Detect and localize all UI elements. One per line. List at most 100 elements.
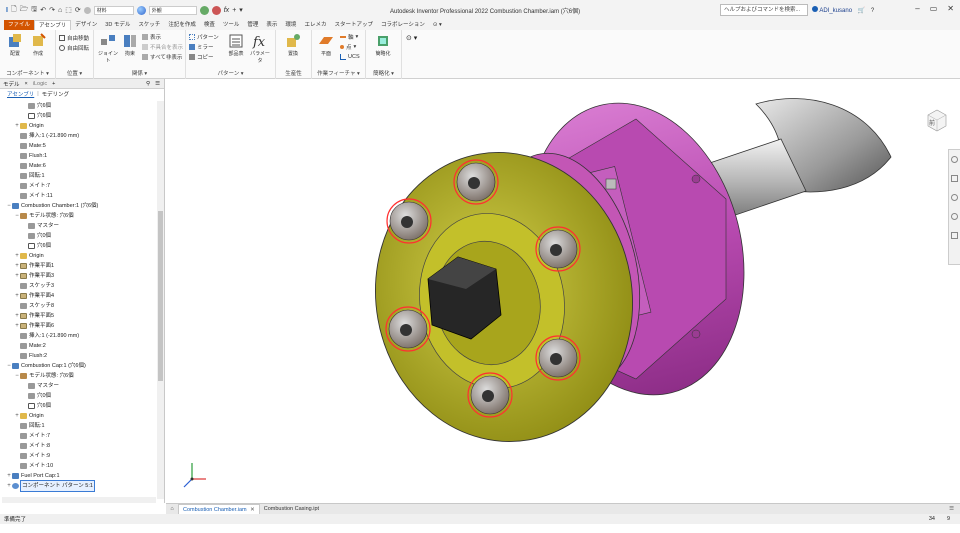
tab-tools[interactable]: ツール <box>219 20 244 30</box>
browser-node[interactable]: スケッチ3 <box>0 281 158 291</box>
adjust-appearance-icon[interactable] <box>199 5 209 15</box>
zoom-icon[interactable] <box>951 194 958 201</box>
bolt-2[interactable] <box>386 198 432 244</box>
orbit-icon[interactable] <box>951 213 958 220</box>
tab-sketch[interactable]: スケッチ <box>134 20 164 30</box>
browser-node[interactable]: 穴6個 <box>0 401 158 411</box>
browser-node[interactable]: Flush:2 <box>0 351 158 361</box>
menu-icon[interactable]: ☰ <box>155 81 160 87</box>
bolt-3[interactable] <box>535 226 581 272</box>
browser-node[interactable]: − Combustion Chamber:1 (穴6個) <box>0 201 158 211</box>
browser-scrollbar-thumb[interactable] <box>158 211 163 381</box>
browser-node[interactable]: + コンポーネント パターン 5:1 <box>0 480 158 492</box>
ucs-button[interactable]: UCS <box>340 53 360 61</box>
look-at-icon[interactable] <box>951 232 958 239</box>
browser-node[interactable]: メイト:7 <box>0 181 158 191</box>
free-rotate-button[interactable]: 自由回転 <box>59 44 89 52</box>
free-move-button[interactable]: 自由移動 <box>59 34 89 42</box>
panel-simplification-label[interactable]: 簡略化 ▾ <box>366 69 401 77</box>
tab-assemble[interactable]: アセンブリ <box>34 20 72 30</box>
user-sign-in[interactable]: ADI_kusano 🛒 ? <box>812 6 874 14</box>
save-icon[interactable]: 🖫 <box>31 5 37 16</box>
panel-work-features-label[interactable]: 作業フィーチャ ▾ <box>312 69 365 77</box>
browser-tab-close[interactable]: × <box>25 81 28 87</box>
browser-node[interactable]: + Origin <box>0 411 158 421</box>
close-window-icon[interactable]: ✕ <box>947 4 954 13</box>
bolt-1[interactable] <box>453 159 499 205</box>
browser-node[interactable]: + Origin <box>0 251 158 261</box>
browser-node[interactable]: − モデル状態: 穴6個 <box>0 371 158 381</box>
hide-all-button[interactable]: すべて非表示 <box>142 53 182 61</box>
point-button[interactable]: 点 ▾ <box>340 43 356 51</box>
tab-extra-icon[interactable]: ⊙ ▾ <box>429 20 446 30</box>
doc-tab-close-icon[interactable]: ✕ <box>250 507 255 513</box>
tab-view[interactable]: 表示 <box>262 20 281 30</box>
browser-node[interactable]: スケッチ8 <box>0 301 158 311</box>
browser-node[interactable]: メイト:9 <box>0 451 158 461</box>
browser-hscrollbar[interactable] <box>2 497 156 503</box>
browser-node[interactable]: 挿入:1 (-21.890 mm) <box>0 331 158 341</box>
bolt-5[interactable] <box>535 335 581 381</box>
browser-node[interactable]: Mate:6 <box>0 161 158 171</box>
browser-node[interactable]: メイト:11 <box>0 191 158 201</box>
tab-list-icon[interactable]: ☰ <box>949 506 960 512</box>
tab-file[interactable]: ファイル <box>4 20 35 30</box>
select-icon[interactable]: ⬚ <box>65 6 72 14</box>
browser-node[interactable]: + Fuel Port Cap:1 <box>0 471 158 481</box>
minimize-icon[interactable]: – <box>915 4 919 13</box>
browser-node[interactable]: メイト:7 <box>0 431 158 441</box>
plane-button[interactable]: 平面 <box>314 33 338 57</box>
viewcube[interactable]: 前 <box>924 107 950 133</box>
tab-get-started[interactable]: スタートアップ <box>330 20 377 30</box>
material-dropdown[interactable]: 材料 <box>93 5 134 15</box>
home-icon[interactable]: ⌂ <box>58 7 62 14</box>
browser-node[interactable]: マスター <box>0 381 158 391</box>
help-icon[interactable]: ? <box>871 8 874 14</box>
redo-icon[interactable]: ↷ <box>49 6 55 14</box>
model-3d-view[interactable] <box>166 79 960 503</box>
view-assembly-link[interactable]: アセンブリ <box>7 90 34 98</box>
browser-node[interactable]: メイト:10 <box>0 461 158 471</box>
navigation-bar[interactable] <box>948 149 960 265</box>
browser-tab-model[interactable]: モデル <box>3 80 20 88</box>
material-swatch-icon[interactable] <box>83 6 91 14</box>
parameters-button[interactable]: fx パラメータ <box>248 33 272 64</box>
browser-node[interactable]: 挿入:1 (-21.890 mm) <box>0 131 158 141</box>
appearance-dropdown[interactable]: 外観 <box>148 5 197 15</box>
panel-relationships-label[interactable]: 関係 ▾ <box>94 69 185 77</box>
cart-icon[interactable]: 🛒 <box>858 8 865 14</box>
browser-node[interactable]: + Origin <box>0 121 158 131</box>
update-icon[interactable]: ⟳ <box>75 6 81 14</box>
browser-node[interactable]: 穴6個 <box>0 111 158 121</box>
tab-collaborate[interactable]: コラボレーション <box>377 20 429 30</box>
panel-component-label[interactable]: コンポーネント ▾ <box>0 69 55 77</box>
place-button[interactable]: 配置 <box>3 33 27 57</box>
clear-appearance-icon[interactable] <box>211 5 221 15</box>
new-file-icon[interactable]: 🗋 <box>11 5 17 16</box>
undo-icon[interactable]: ↶ <box>40 6 46 14</box>
create-button[interactable]: 作成 <box>26 33 50 57</box>
browser-node[interactable]: 回転:1 <box>0 421 158 431</box>
bom-button[interactable]: 部品表 <box>224 33 248 57</box>
browser-node[interactable]: 回転:1 <box>0 171 158 181</box>
tab-design[interactable]: デザイン <box>71 20 101 30</box>
help-search-input[interactable]: ヘルプおよびコマンドを検索... <box>720 4 808 16</box>
tab-manage[interactable]: 管理 <box>243 20 262 30</box>
ribbon-options-icon[interactable]: ⊙ ▾ <box>406 34 417 42</box>
browser-node[interactable]: Mate:2 <box>0 341 158 351</box>
tab-elemech[interactable]: エレメカ <box>300 20 330 30</box>
show-sick-button[interactable]: 不具合を表示 <box>142 43 183 51</box>
browser-node[interactable]: + 作業平面1 <box>0 261 158 271</box>
joint-button[interactable]: ジョイント <box>96 33 120 64</box>
search-icon[interactable]: ⚲ <box>146 81 150 87</box>
browser-scrollbar[interactable] <box>157 101 164 499</box>
browser-node[interactable]: + 作業平面5 <box>0 311 158 321</box>
browser-node[interactable]: + 作業平面6 <box>0 321 158 331</box>
browser-node[interactable]: + 作業平面4 <box>0 291 158 301</box>
restore-icon[interactable]: ▭ <box>930 4 938 13</box>
graphics-viewport[interactable]: 前 <box>166 79 960 503</box>
pattern-button[interactable]: パターン <box>189 33 219 41</box>
browser-node[interactable]: Flush:1 <box>0 151 158 161</box>
browser-node[interactable]: 穴6個 <box>0 101 158 111</box>
bolt-4[interactable] <box>385 306 431 352</box>
